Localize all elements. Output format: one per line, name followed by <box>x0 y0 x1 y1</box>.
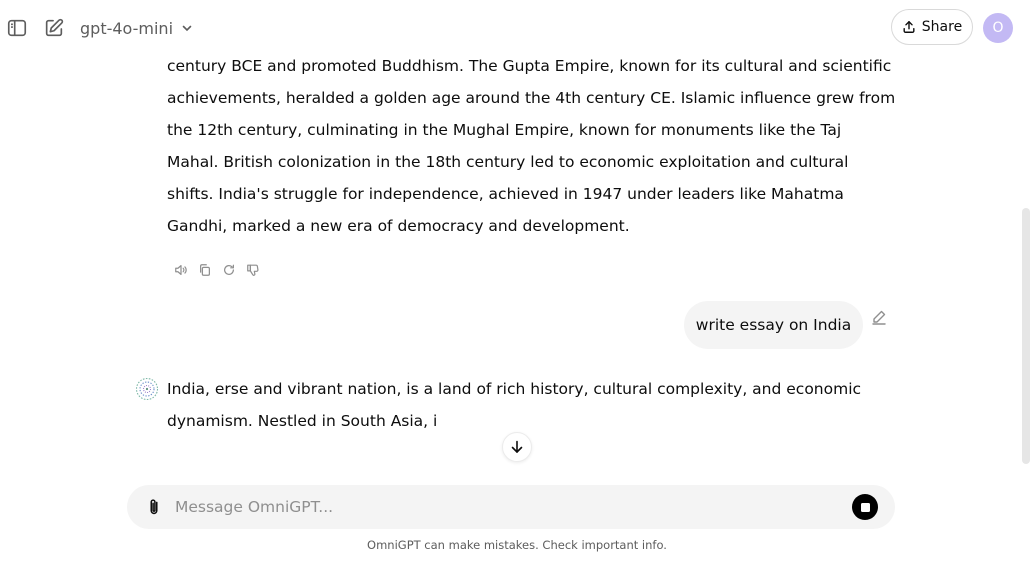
assistant-logo-icon <box>135 377 159 401</box>
arrow-down-icon <box>511 440 523 453</box>
upload-icon <box>903 21 915 33</box>
user-message-bubble: write essay on India <box>684 301 863 349</box>
disclaimer: OmniGPT can make mistakes. Check importa… <box>367 538 667 552</box>
edit-icon <box>45 18 64 37</box>
model-selector[interactable]: gpt-4o-mini <box>80 17 193 39</box>
paperclip-icon <box>150 499 158 515</box>
edit-message-button[interactable] <box>871 309 887 325</box>
read-aloud-button[interactable] <box>173 262 189 278</box>
speaker-icon <box>175 265 187 275</box>
sidebar-toggle-button[interactable] <box>5 16 29 40</box>
share-button[interactable]: Share <box>891 9 973 45</box>
assistant-message-previous: century BCE and promoted Buddhism. The G… <box>167 57 896 235</box>
dislike-button[interactable] <box>245 262 261 278</box>
regenerate-button[interactable] <box>221 262 237 278</box>
sidebar-icon <box>7 19 27 37</box>
share-label: Share <box>921 19 963 35</box>
pencil-icon <box>872 310 886 325</box>
copy-icon <box>200 264 210 276</box>
stop-icon <box>860 502 870 512</box>
copy-button[interactable] <box>197 262 213 278</box>
avatar[interactable]: O <box>983 13 1013 43</box>
message-input[interactable] <box>175 493 835 521</box>
message-composer <box>127 485 895 529</box>
attach-button[interactable] <box>143 496 165 518</box>
new-chat-button[interactable] <box>42 16 66 40</box>
message-actions <box>173 262 261 278</box>
refresh-icon <box>224 264 234 275</box>
chevron-down-icon <box>182 25 192 32</box>
assistant-message-current: India, erse and vibrant nation, is a lan… <box>167 380 862 430</box>
thumbs-down-icon <box>247 264 259 276</box>
model-name: gpt-4o-mini <box>80 18 174 38</box>
user-message-text: write essay on India <box>695 316 852 334</box>
scrollbar[interactable] <box>1022 208 1030 464</box>
scroll-down-button[interactable] <box>502 432 532 462</box>
stop-button[interactable] <box>852 494 878 520</box>
top-bar: gpt-4o-mini Share O <box>0 0 1034 56</box>
